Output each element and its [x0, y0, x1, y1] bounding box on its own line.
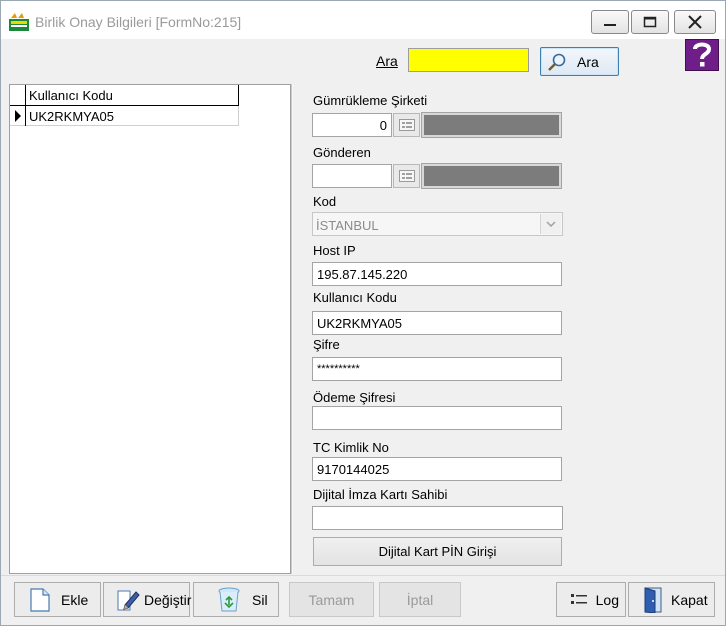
kod-label: Kod — [313, 194, 337, 209]
close-icon — [688, 15, 702, 29]
close-form-button-label: Kapat — [671, 591, 708, 608]
minimize-icon — [604, 24, 616, 26]
magnifier-icon — [548, 53, 566, 71]
window-title: Birlik Onay Bilgileri [FormNo:215] — [35, 14, 242, 30]
search-label-text: Ara — [376, 53, 398, 69]
ok-button-label: Tamam — [308, 591, 355, 608]
new-document-icon — [27, 587, 53, 613]
edit-button[interactable]: Değiştir — [103, 582, 192, 617]
kullanici-kodu-field[interactable] — [312, 311, 562, 335]
gumrukleme-sirketi-label: Gümrükleme Şirketi — [313, 93, 428, 108]
gumrukleme-lookup-button[interactable] — [393, 113, 420, 137]
tc-kimlik-no-label: TC Kimlik No — [313, 440, 389, 455]
kod-select-value: İSTANBUL — [316, 218, 379, 233]
gumrukleme-sirketi-name-display — [421, 112, 562, 138]
lookup-icon — [398, 170, 415, 182]
maximize-icon — [643, 16, 657, 28]
tc-kimlik-no-field[interactable] — [312, 457, 562, 481]
gonderen-label: Gönderen — [313, 145, 371, 160]
odeme-sifresi-field[interactable] — [312, 406, 562, 430]
chevron-down-icon[interactable] — [540, 214, 561, 234]
title-bar: Birlik Onay Bilgileri [FormNo:215] — [1, 1, 725, 39]
grid-header-indicator — [10, 85, 26, 106]
recycle-bin-icon — [216, 587, 242, 613]
column-header-kullanici-kodu[interactable]: Kullanıcı Kodu — [29, 88, 113, 103]
host-ip-label: Host IP — [313, 243, 356, 258]
exit-door-icon — [641, 586, 667, 613]
search-button[interactable]: Ara — [540, 47, 619, 76]
dijital-kart-pin-button[interactable]: Dijital Kart PİN Girişi — [313, 537, 562, 566]
gonderen-lookup-button[interactable] — [393, 164, 420, 188]
close-form-button[interactable]: Kapat — [628, 582, 715, 617]
minimize-button[interactable] — [591, 10, 629, 34]
odeme-sifresi-label: Ödeme Şifresi — [313, 390, 396, 405]
gonderen-name-display — [421, 163, 562, 189]
log-button-label: Log — [595, 591, 619, 608]
host-ip-field[interactable] — [312, 262, 562, 286]
log-list-icon — [569, 587, 590, 613]
question-mark-icon — [693, 42, 712, 67]
app-logo-icon — [9, 13, 29, 31]
row-pointer-icon — [10, 106, 26, 126]
cancel-button-label: İptal — [406, 591, 434, 608]
grid-header: Kullanıcı Kodu — [10, 85, 239, 106]
search-label: Ara — [376, 53, 398, 69]
gumrukleme-sirketi-field[interactable] — [312, 113, 392, 137]
table-row[interactable]: UK2RKMYA05 — [10, 106, 239, 126]
kod-select[interactable]: İSTANBUL — [312, 212, 563, 236]
user-grid[interactable]: Kullanıcı Kodu UK2RKMYA05 — [9, 84, 291, 574]
gonderen-field[interactable] — [312, 164, 392, 188]
search-button-label: Ara — [577, 53, 599, 70]
delete-button-label: Sil — [252, 591, 268, 608]
dijital-imza-label: Dijital İmza Kartı Sahibi — [313, 487, 448, 502]
dijital-imza-field[interactable] — [312, 506, 563, 530]
toolbar-divider — [1, 575, 725, 576]
add-button-label: Ekle — [61, 591, 89, 608]
kullanici-kodu-label: Kullanıcı Kodu — [313, 290, 397, 305]
close-button[interactable] — [674, 10, 716, 34]
application-window: Birlik Onay Bilgileri [FormNo:215] Ara A… — [0, 0, 726, 626]
table-cell[interactable]: UK2RKMYA05 — [29, 109, 114, 124]
help-icon[interactable] — [685, 39, 719, 71]
panel-splitter[interactable] — [291, 84, 293, 574]
cancel-button[interactable]: İptal — [379, 582, 461, 617]
ok-button[interactable]: Tamam — [289, 582, 374, 617]
add-button[interactable]: Ekle — [14, 582, 101, 617]
maximize-button[interactable] — [631, 10, 669, 34]
sifre-label: Şifre — [313, 337, 340, 352]
search-input[interactable] — [408, 48, 529, 72]
delete-button[interactable]: Sil — [193, 582, 279, 617]
log-button[interactable]: Log — [556, 582, 626, 617]
edit-button-label: Değiştir — [144, 591, 192, 608]
lookup-icon — [398, 119, 415, 131]
sifre-field[interactable] — [312, 357, 562, 381]
edit-pencil-icon — [116, 587, 140, 613]
